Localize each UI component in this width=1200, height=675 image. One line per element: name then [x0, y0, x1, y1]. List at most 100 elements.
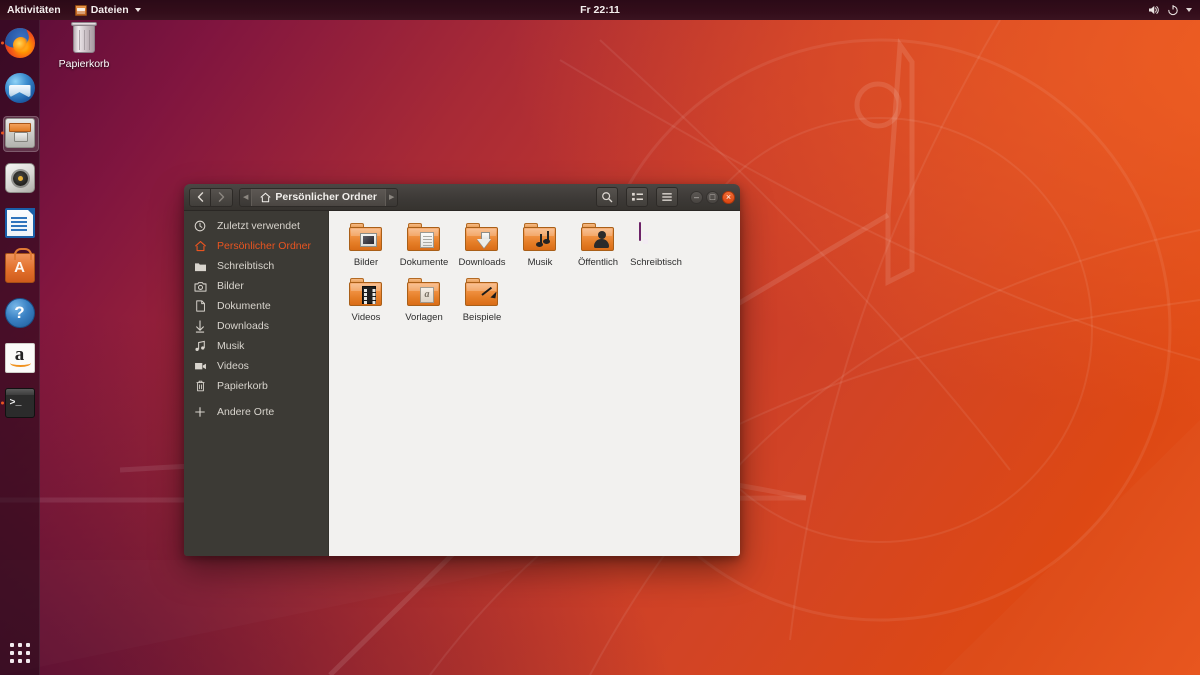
- desktop-icon-trash[interactable]: Papierkorb: [55, 22, 113, 70]
- file-grid-area[interactable]: Bilder Dokumente Downloads Musik Öffentl…: [329, 211, 740, 556]
- chevron-left-icon: [197, 192, 203, 202]
- maximize-button[interactable]: □: [706, 190, 719, 204]
- file-item-musik[interactable]: Musik: [511, 221, 569, 268]
- sidebar-item-videos[interactable]: Videos: [184, 356, 328, 376]
- trash-icon: [71, 22, 97, 53]
- activities-label: Aktivitäten: [7, 4, 61, 16]
- navigation-buttons: [189, 187, 233, 207]
- show-applications-button[interactable]: [0, 630, 40, 675]
- dock-item-firefox[interactable]: [0, 23, 40, 63]
- running-indicator-dot: [0, 41, 4, 45]
- dock-item-ubuntu-software[interactable]: [0, 248, 40, 288]
- dock-item-help[interactable]: [0, 293, 40, 333]
- home-icon: [193, 240, 207, 252]
- download-arrow-icon: [193, 319, 207, 333]
- breadcrumb-label: Persönlicher Ordner: [275, 191, 377, 203]
- file-item-label: Schreibtisch: [630, 257, 682, 268]
- search-button[interactable]: [596, 187, 618, 207]
- breadcrumb: ◀ Persönlicher Ordner ▶: [239, 187, 399, 207]
- window-body: Zuletzt verwendet Persönlicher Ordner Sc…: [184, 211, 740, 556]
- folder-public-icon: [581, 223, 615, 253]
- libreoffice-writer-icon: [4, 208, 35, 238]
- folder-desktop-icon: [639, 222, 673, 253]
- folder-music-icon: [523, 223, 557, 253]
- dock-item-thunderbird[interactable]: [0, 68, 40, 108]
- rhythmbox-icon: [4, 163, 35, 193]
- clock[interactable]: Fr 22:11: [0, 4, 1200, 16]
- folder-examples-link-icon: [465, 278, 499, 308]
- sidebar-item-downloads[interactable]: Downloads: [184, 316, 328, 336]
- sidebar-item-home[interactable]: Persönlicher Ordner: [184, 236, 328, 256]
- file-item-downloads[interactable]: Downloads: [453, 221, 511, 268]
- chevron-right-icon: [218, 192, 225, 202]
- top-bar: Aktivitäten Dateien Fr 22:11: [0, 0, 1200, 20]
- app-menu-button[interactable]: Dateien: [68, 0, 148, 20]
- power-icon: [1168, 5, 1178, 16]
- app-menu-label: Dateien: [90, 4, 129, 16]
- sidebar-item-desktop[interactable]: Schreibtisch: [184, 256, 328, 276]
- search-icon: [602, 192, 613, 203]
- files-mini-icon: [74, 4, 87, 16]
- folder-pictures-icon: [349, 223, 383, 253]
- dock-item-libreoffice-writer[interactable]: [0, 203, 40, 243]
- view-toggle-button[interactable]: [626, 187, 648, 207]
- close-button[interactable]: ×: [722, 190, 735, 204]
- desktop-icon-label: Papierkorb: [58, 58, 110, 70]
- firefox-icon: [4, 28, 35, 58]
- dock-item-rhythmbox[interactable]: [0, 158, 40, 198]
- file-item-dokumente[interactable]: Dokumente: [395, 221, 453, 268]
- file-item-vorlagen[interactable]: Vorlagen: [395, 276, 453, 323]
- sidebar-item-label: Andere Orte: [217, 406, 275, 418]
- sidebar-item-documents[interactable]: Dokumente: [184, 296, 328, 316]
- running-indicator-dot: [0, 131, 4, 135]
- sidebar: Zuletzt verwendet Persönlicher Ordner Sc…: [184, 211, 329, 556]
- chevron-down-icon: [1186, 8, 1192, 12]
- folder-downloads-icon: [465, 223, 499, 253]
- file-item-label: Musik: [527, 257, 553, 268]
- file-item-label: Öffentlich: [578, 257, 618, 268]
- folder-icon: [193, 261, 207, 272]
- file-item-label: Dokumente: [399, 257, 449, 268]
- minimize-button[interactable]: –: [690, 190, 703, 204]
- dock-item-files[interactable]: [0, 113, 40, 153]
- sidebar-item-trash[interactable]: Papierkorb: [184, 376, 328, 396]
- file-item-label: Vorlagen: [405, 312, 443, 323]
- breadcrumb-item-home[interactable]: Persönlicher Ordner: [251, 188, 386, 206]
- folder-templates-icon: [407, 278, 441, 308]
- file-item-beispiele[interactable]: Beispiele: [453, 276, 511, 323]
- plus-icon: [193, 406, 207, 418]
- file-manager-window: ◀ Persönlicher Ordner ▶ – □ × Zuletzt ve…: [184, 184, 740, 556]
- ubuntu-software-icon: [4, 248, 35, 283]
- file-item-label: Downloads: [458, 257, 506, 268]
- sidebar-item-label: Schreibtisch: [217, 260, 275, 272]
- dock-items: [0, 20, 40, 423]
- file-item-videos[interactable]: Videos: [337, 276, 395, 323]
- amazon-icon: [4, 343, 35, 373]
- sidebar-item-pictures[interactable]: Bilder: [184, 276, 328, 296]
- back-button[interactable]: [189, 187, 211, 207]
- file-item-schreibtisch[interactable]: Schreibtisch: [627, 221, 685, 268]
- sidebar-item-label: Bilder: [217, 280, 244, 292]
- terminal-icon: [4, 388, 35, 418]
- document-icon: [193, 300, 207, 312]
- file-item-label: Videos: [351, 312, 381, 323]
- sidebar-item-music[interactable]: Musik: [184, 336, 328, 356]
- file-grid: Bilder Dokumente Downloads Musik Öffentl…: [337, 219, 740, 329]
- sidebar-item-label: Downloads: [217, 320, 269, 332]
- sidebar-item-recent[interactable]: Zuletzt verwendet: [184, 216, 328, 236]
- chevron-down-icon: [134, 8, 141, 12]
- files-icon: [4, 118, 35, 148]
- system-status-area[interactable]: [1147, 0, 1196, 20]
- menu-button[interactable]: [656, 187, 678, 207]
- activities-button[interactable]: Aktivitäten: [0, 0, 68, 20]
- chevron-left-small-icon[interactable]: ◀: [240, 193, 251, 201]
- sidebar-item-label: Persönlicher Ordner: [217, 240, 311, 252]
- dock-item-terminal[interactable]: [0, 383, 40, 423]
- file-item-oeffentlich[interactable]: Öffentlich: [569, 221, 627, 268]
- dock-item-amazon[interactable]: [0, 338, 40, 378]
- file-item-bilder[interactable]: Bilder: [337, 221, 395, 268]
- music-note-icon: [193, 340, 207, 352]
- sidebar-item-other-locations[interactable]: Andere Orte: [184, 402, 328, 422]
- forward-button[interactable]: [211, 187, 233, 207]
- chevron-right-small-icon[interactable]: ▶: [386, 193, 397, 201]
